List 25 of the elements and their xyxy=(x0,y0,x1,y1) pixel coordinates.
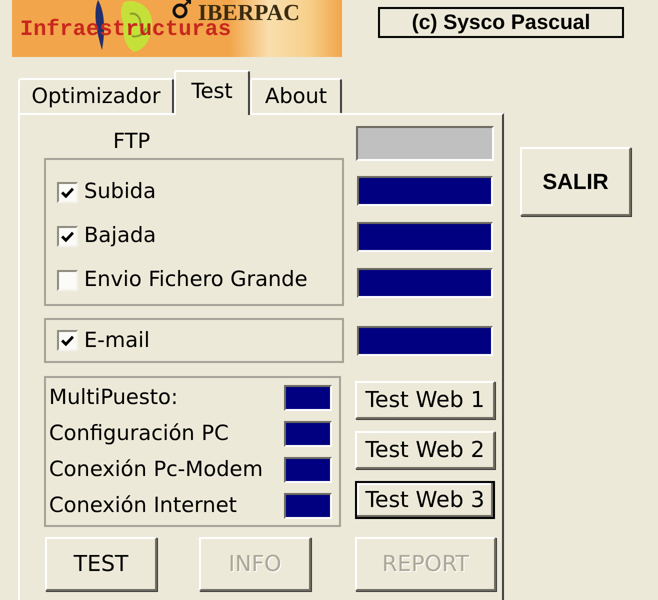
web-test-button[interactable]: Test Web 3 xyxy=(355,481,495,519)
diagnostic-label: MultiPuesto: xyxy=(49,384,178,412)
checkbox[interactable] xyxy=(57,226,78,246)
ftp-label: FTP xyxy=(113,128,150,156)
checkbox-label[interactable]: E-mail xyxy=(84,324,150,356)
checkmark-icon xyxy=(61,186,74,198)
diagnostic-label: Conexión Internet xyxy=(49,492,237,520)
checkbox[interactable] xyxy=(57,270,78,290)
tab[interactable]: Optimizador xyxy=(18,78,174,113)
checkbox-label[interactable]: Bajada xyxy=(84,220,156,252)
checkmark-icon xyxy=(61,230,74,242)
checkbox-label[interactable]: Subida xyxy=(84,176,156,208)
checkbox-label[interactable]: Envio Fichero Grande xyxy=(84,264,308,296)
diagnostic-label: Conexión Pc-Modem xyxy=(49,456,263,484)
diagnostic-label: Configuración PC xyxy=(49,420,229,448)
web-test-button[interactable]: Test Web 1 xyxy=(355,381,495,419)
copyright-label: (c) Sysco Pascual xyxy=(378,7,624,38)
exit-button[interactable]: SALIR xyxy=(520,147,631,216)
checkbox[interactable] xyxy=(57,330,78,351)
checkbox[interactable] xyxy=(57,182,78,202)
checkmark-icon xyxy=(61,335,74,346)
tab[interactable]: About xyxy=(250,78,342,113)
action-button[interactable]: TEST xyxy=(45,537,157,591)
tab[interactable]: Test xyxy=(174,70,250,115)
web-test-button[interactable]: Test Web 2 xyxy=(355,431,495,469)
